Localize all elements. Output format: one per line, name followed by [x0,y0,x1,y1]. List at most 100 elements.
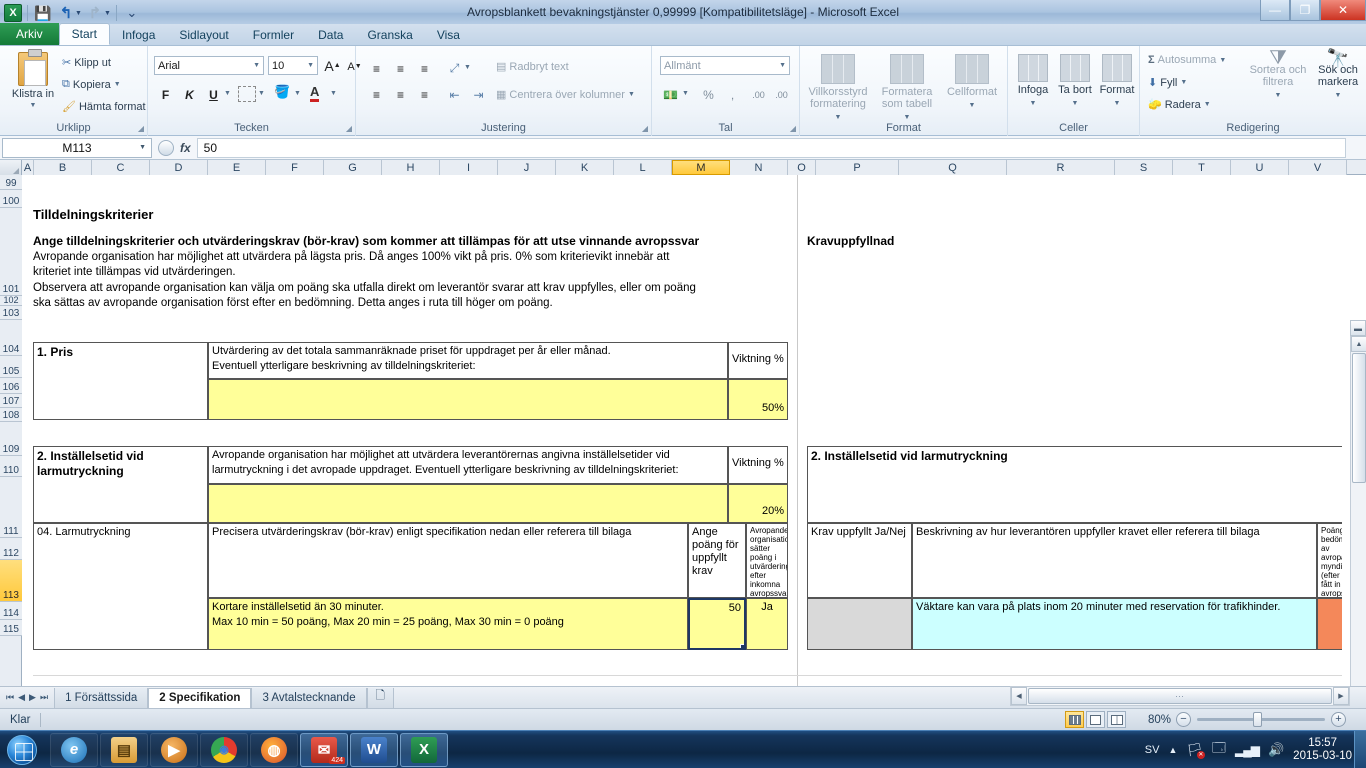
zoom-slider[interactable]: − + [1176,712,1346,727]
split-box[interactable]: ▬ [1350,320,1366,336]
cell-styles-caret-icon[interactable]: ▼ [969,102,976,109]
find-select-button[interactable]: 🔭 Sök och markera ▼ [1312,49,1364,102]
autosum-button[interactable]: Σ Autosumma ▼ [1148,54,1226,66]
system-tray[interactable]: SV ▲ 🏳 ✕ 🗔 ▂▄▆ 🔊 15:57 2015-03-10 [1145,737,1352,763]
format-as-table-button[interactable]: Formatera som tabell ▼ [876,54,938,124]
column-header-d[interactable]: D [150,160,208,175]
bold-button[interactable]: F [155,84,176,105]
right-points-cell[interactable]: 25 [1317,598,1342,650]
minimize-button[interactable]: — [1260,0,1290,21]
chrome-icon[interactable]: ◉ [200,732,248,767]
borders-icon[interactable] [238,86,256,102]
delete-cells-button[interactable]: Ta bort ▼ [1056,54,1094,110]
expand-formula-bar-icon[interactable] [158,139,174,156]
row-header-101[interactable]: 101 [0,208,22,296]
internet-explorer-icon[interactable]: e [50,732,98,767]
ribbon-tab-arkiv[interactable]: Arkiv [0,23,59,45]
format-cells-caret-icon[interactable]: ▼ [1114,100,1121,107]
ribbon-tab-strip[interactable]: Arkiv Start Infoga Sidlayout Formler Dat… [0,23,1366,46]
autosum-caret-icon[interactable]: ▼ [1219,57,1226,64]
excel-taskbar-icon[interactable]: X [400,732,448,767]
font-size-input[interactable]: 10 ▼ [268,56,318,75]
row-header-99[interactable]: 99 [0,175,22,190]
row-header-102[interactable]: 102 [0,295,22,306]
criteria2-weight-cell[interactable]: 20% [728,484,788,523]
align-right-icon[interactable]: ≡ [414,84,435,105]
scroll-left-icon[interactable]: ◀ [1011,687,1027,705]
criteria2-input-cell[interactable] [208,484,728,523]
insert-cells-button[interactable]: Infoga ▼ [1012,54,1054,110]
scroll-up-icon[interactable]: ▲ [1351,336,1366,352]
column-header-o[interactable]: O [788,160,816,175]
row-header-114[interactable]: 114 [0,602,22,620]
fill-color-icon[interactable]: 🪣 [274,84,290,100]
column-header-a[interactable]: A [22,160,34,175]
cell-styles-button[interactable]: Cellformat ▼ [942,54,1002,112]
column-header-h[interactable]: H [382,160,440,175]
copy-caret-icon[interactable]: ▼ [114,81,121,88]
horizontal-scroll-thumb[interactable]: ⋯ [1028,688,1332,704]
column-header-p[interactable]: P [816,160,899,175]
font-name-caret-icon[interactable]: ▼ [253,62,260,69]
font-color-icon[interactable]: A [310,84,320,102]
zoom-track[interactable] [1197,712,1325,727]
scroll-right-icon[interactable]: ▶ [1333,687,1349,705]
formula-input[interactable]: 50 [196,137,1346,158]
column-header-u[interactable]: U [1231,160,1289,175]
ribbon-tab-granska[interactable]: Granska [355,24,424,45]
borders-caret-icon[interactable]: ▼ [258,90,265,97]
copy-button[interactable]: ⧉ Kopiera ▼ [62,78,121,91]
align-center-icon[interactable]: ≡ [390,84,411,105]
column-header-n[interactable]: N [730,160,788,175]
signal-icon[interactable]: ▂▄▆ [1235,743,1260,757]
view-buttons[interactable] [1065,711,1126,728]
align-bottom-icon[interactable]: ≡ [414,58,435,79]
sheet-tab-specifikation[interactable]: 2 Specifikation [148,687,252,708]
page-layout-view-icon[interactable] [1086,711,1105,728]
sheet-canvas[interactable]: Tilldelningskriterier Ange tilldelningsk… [22,175,1342,686]
row-header-107[interactable]: 107 [0,394,22,408]
increase-decimal-icon[interactable]: .00 [771,84,792,105]
row-header-111[interactable]: 111 [0,477,22,538]
increase-indent-icon[interactable]: ⇥ [468,84,489,105]
insert-sheet-icon[interactable]: 🗋 [366,687,394,708]
ribbon-tab-start[interactable]: Start [58,23,111,45]
ribbon-tab-visa[interactable]: Visa [425,24,472,45]
file-explorer-icon[interactable]: ▤ [100,732,148,767]
clear-button[interactable]: 🧽 Radera ▼ [1148,98,1211,112]
horizontal-scrollbar[interactable]: ◀ ⋯ ▶ [1010,686,1350,706]
as-table-caret-icon[interactable]: ▼ [904,114,911,121]
vertical-scroll-thumb[interactable] [1352,353,1366,483]
font-color-caret-icon[interactable]: ▼ [330,90,337,97]
close-button[interactable]: ✕ [1320,0,1366,21]
wrap-text-button[interactable]: ▤ Radbryt text [496,60,569,74]
clear-caret-icon[interactable]: ▼ [1204,101,1211,108]
requirement-instruction-cell[interactable]: Precisera utvärderingskrav (bör-krav) en… [208,523,688,598]
row-header-108[interactable]: 108 [0,408,22,422]
sort-filter-button[interactable]: ⧩ Sortera och filtrera ▼ [1248,48,1308,102]
network-icon[interactable]: 🏳 ✕ [1186,742,1205,759]
row-header-103[interactable]: 103 [0,306,22,320]
number-format-select[interactable]: Allmänt ▼ [660,56,790,75]
answer-text-cell[interactable]: Kortare inställelsetid än 30 minuter. Ma… [208,598,688,650]
delete-caret-icon[interactable]: ▼ [1072,100,1079,107]
comma-style-button[interactable]: , [722,84,743,105]
number-format-caret-icon[interactable]: ▼ [779,62,786,69]
underline-caret-icon[interactable]: ▼ [224,90,231,97]
criteria1-name-cell[interactable]: 1. Pris [33,342,208,420]
insert-caret-icon[interactable]: ▼ [1030,100,1037,107]
column-header-r[interactable]: R [1007,160,1115,175]
currency-caret-icon[interactable]: ▼ [682,90,689,97]
requirement-id-cell[interactable]: 04. Larmutryckning [33,523,208,650]
paste-caret-icon[interactable]: ▼ [6,100,60,112]
column-header-j[interactable]: J [498,160,556,175]
criteria1-desc-cell[interactable]: Utvärdering av det totala sammanräknade … [208,342,728,379]
show-desktop-button[interactable] [1354,731,1366,768]
zoom-in-button[interactable]: + [1331,712,1346,727]
format-painter-button[interactable]: 🖌 Hämta format [62,100,146,114]
org-points-header-cell[interactable]: Avropande organisation sätter poäng i ut… [746,523,788,598]
ribbon-tab-infoga[interactable]: Infoga [110,24,167,45]
formula-bar-buttons[interactable]: fx [158,139,191,156]
volume-icon[interactable]: 🔊 [1268,742,1284,758]
ribbon-tab-sidlayout[interactable]: Sidlayout [167,24,240,45]
